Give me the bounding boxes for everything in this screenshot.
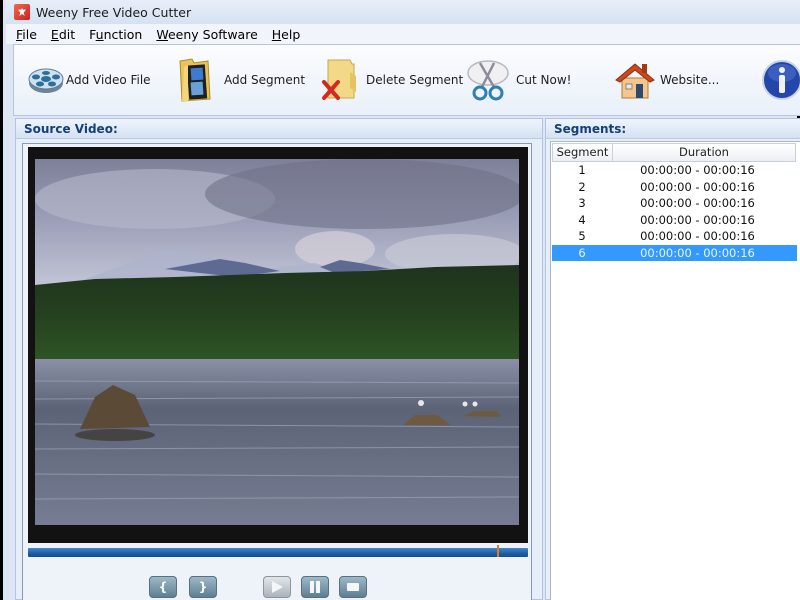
segments-header: Segments: xyxy=(546,119,800,139)
stop-button[interactable] xyxy=(339,576,367,598)
website-label: Website... xyxy=(660,73,720,87)
cut-now-label: Cut Now! xyxy=(516,73,572,87)
menu-function[interactable]: Function xyxy=(89,27,142,42)
segment-number: 2 xyxy=(578,179,586,194)
seek-position-marker[interactable] xyxy=(497,545,499,557)
source-video-panel: Source Video: {} xyxy=(15,118,543,600)
source-video-header: Source Video: xyxy=(16,119,542,139)
segment-duration: 00:00:00 - 00:00:16 xyxy=(640,212,755,227)
playback-controls: { } xyxy=(23,576,533,600)
segment-number: 1 xyxy=(578,163,586,177)
delete-segment-button[interactable]: Delete Segment xyxy=(320,50,463,110)
menu-help[interactable]: Help xyxy=(272,27,301,42)
mark-end-button[interactable]: } xyxy=(189,576,217,598)
segments-table: Segment Duration 1 00:00:00 - 00:00:16 2 0… xyxy=(550,141,800,600)
table-row[interactable]: 1 00:00:00 - 00:00:16 xyxy=(552,162,797,179)
segment-duration: 00:00:00 - 00:00:16 xyxy=(640,245,755,260)
about-button[interactable] xyxy=(762,50,800,110)
segments-table-header: Segment Duration xyxy=(552,143,796,162)
segments-table-body: 1 00:00:00 - 00:00:16 2 00:00:00 - 00:00:1… xyxy=(551,162,800,261)
house-icon xyxy=(615,63,655,99)
cut-now-button[interactable]: Cut Now! xyxy=(466,50,571,110)
delete-folder-icon xyxy=(322,59,356,100)
play-icon xyxy=(272,581,283,593)
folder-film-icon xyxy=(179,58,211,102)
menu-file[interactable]: File xyxy=(16,27,37,42)
scissors-icon xyxy=(467,60,509,101)
segment-number: 5 xyxy=(578,229,586,243)
window-title: Weeny Free Video Cutter xyxy=(36,4,192,20)
film-reel-icon xyxy=(28,68,64,93)
app-window: Weeny Free Video Cutter File Edit Functi… xyxy=(0,0,800,600)
menu-weeny-software[interactable]: Weeny Software xyxy=(156,27,257,42)
segments-panel: Segments: Segment Duration 1 00:00:00 - 0… xyxy=(545,118,800,600)
table-row[interactable]: 3 00:00:00 - 00:00:16 xyxy=(552,195,797,212)
app-logo-icon xyxy=(14,4,30,20)
delete-segment-label: Delete Segment xyxy=(366,73,464,87)
mark-start-button[interactable]: { xyxy=(149,576,177,598)
table-row[interactable]: 6 00:00:00 - 00:00:16 xyxy=(552,244,797,261)
add-video-file-label: Add Video File xyxy=(66,73,151,87)
table-row[interactable]: 2 00:00:00 - 00:00:16 xyxy=(552,179,797,196)
video-frame: { } xyxy=(22,143,532,600)
video-display xyxy=(28,147,528,543)
pause-icon xyxy=(310,581,320,593)
segment-number: 4 xyxy=(578,212,586,227)
menu-edit[interactable]: Edit xyxy=(51,27,75,42)
add-video-file-button[interactable]: Add Video File xyxy=(28,50,151,110)
segment-number: 6 xyxy=(578,245,586,260)
toolbar: Add Video File Add Segment Delete Segmen… xyxy=(13,44,800,116)
video-preview-image xyxy=(35,159,519,525)
column-header-segment[interactable]: Segment xyxy=(553,144,613,161)
menu-bar: File Edit Function Weeny Software Help xyxy=(6,24,800,44)
table-row[interactable]: 5 00:00:00 - 00:00:16 xyxy=(552,228,797,245)
segment-duration: 00:00:00 - 00:00:16 xyxy=(640,179,755,194)
add-segment-button[interactable]: Add Segment xyxy=(178,50,305,110)
info-icon xyxy=(762,60,800,100)
title-bar: Weeny Free Video Cutter xyxy=(6,0,800,24)
pause-button[interactable] xyxy=(301,576,329,598)
column-header-duration[interactable]: Duration xyxy=(613,144,795,161)
add-segment-label: Add Segment xyxy=(224,73,306,87)
stop-icon xyxy=(347,583,359,591)
segment-duration: 00:00:00 - 00:00:16 xyxy=(640,163,755,177)
segment-duration: 00:00:00 - 00:00:16 xyxy=(640,196,755,210)
play-button[interactable] xyxy=(263,576,291,598)
seek-bar[interactable] xyxy=(28,545,528,557)
table-row[interactable]: 4 00:00:00 - 00:00:16 xyxy=(552,212,797,229)
segment-duration: 00:00:00 - 00:00:16 xyxy=(640,229,755,243)
website-button[interactable]: Website... xyxy=(614,50,719,110)
segment-number: 3 xyxy=(578,196,586,210)
